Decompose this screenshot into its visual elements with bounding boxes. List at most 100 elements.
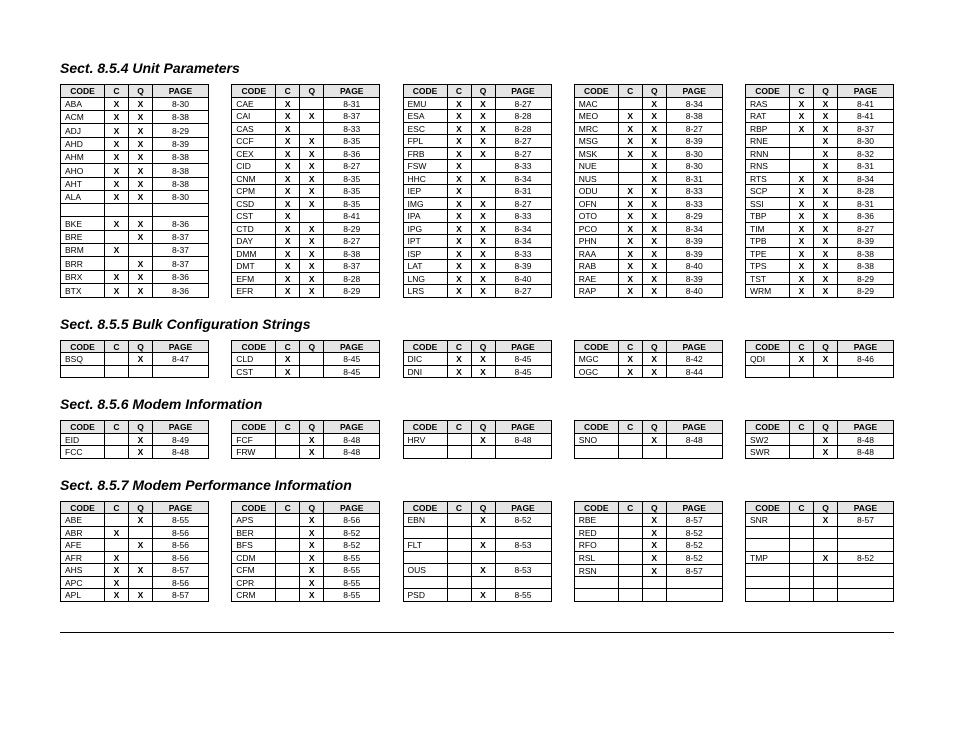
table-row: IPTXX8-34 — [403, 235, 551, 248]
cell-c: X — [790, 110, 814, 123]
code-table: CODECQPAGEMACX8-34MEOXX8-38MRCXX8-27MSGX… — [574, 84, 723, 298]
cell-c: X — [790, 353, 814, 366]
cell-c: X — [276, 172, 300, 185]
cell-c: X — [105, 270, 129, 283]
table-row: RFOX8-52 — [574, 539, 722, 552]
col-header-c: C — [618, 501, 642, 514]
cell-code: APS — [232, 514, 276, 527]
code-table: CODECQPAGESW2X8-48SWRX8-48 — [745, 420, 894, 459]
cell-code: SW2 — [746, 433, 790, 446]
table-row: ABEX8-55 — [61, 514, 209, 527]
code-table: CODECQPAGEABEX8-55ABRX8-56AFEX8-56AFRX8-… — [60, 501, 209, 602]
cell-q: X — [300, 110, 324, 123]
cell-c: X — [105, 137, 129, 150]
col-header-page: PAGE — [324, 85, 380, 98]
cell-c — [447, 563, 471, 576]
cell-code: DMT — [232, 260, 276, 273]
cell-page: 8-29 — [666, 210, 722, 223]
cell-code: APC — [61, 576, 105, 589]
cell-q: X — [129, 257, 153, 270]
table-row — [61, 365, 209, 377]
cell-c: X — [447, 235, 471, 248]
cell-q — [642, 577, 666, 589]
col-header-code: CODE — [61, 421, 105, 434]
cell-c — [790, 365, 814, 377]
cell-page: 8-36 — [153, 270, 209, 283]
cell-c — [790, 135, 814, 148]
cell-code: FCC — [61, 446, 105, 459]
table-row: ODUXX8-33 — [574, 185, 722, 198]
cell-q: X — [129, 217, 153, 230]
cell-c — [276, 514, 300, 527]
cell-page: 8-48 — [495, 433, 551, 446]
table-row: TIMXX8-27 — [746, 222, 894, 235]
cell-code: TMP — [746, 551, 790, 564]
cell-code: TST — [746, 272, 790, 285]
cell-code: DMM — [232, 247, 276, 260]
cell-code: IPG — [403, 222, 447, 235]
cell-c — [618, 97, 642, 110]
cell-page: 8-55 — [324, 576, 380, 589]
table-row: IMGXX8-27 — [403, 197, 551, 210]
cell-code: IMG — [403, 197, 447, 210]
cell-code: BRX — [61, 270, 105, 283]
cell-page: 8-55 — [324, 551, 380, 564]
cell-c: X — [447, 185, 471, 198]
cell-q: X — [642, 160, 666, 173]
cell-q: X — [814, 172, 838, 185]
cell-c: X — [105, 576, 129, 589]
table-row: LNGXX8-40 — [403, 272, 551, 285]
cell-page: 8-29 — [324, 285, 380, 298]
cell-code: EBN — [403, 514, 447, 527]
cell-code — [61, 204, 105, 217]
table-row: RSNX8-57 — [574, 564, 722, 577]
col-header-q: Q — [471, 421, 495, 434]
col-header-q: Q — [642, 85, 666, 98]
cell-page: 8-57 — [153, 564, 209, 577]
cell-page: 8-45 — [495, 365, 551, 378]
cell-page — [495, 446, 551, 458]
cell-code: LNG — [403, 272, 447, 285]
col-header-q: Q — [642, 340, 666, 353]
table-row: EIDX8-49 — [61, 433, 209, 446]
cell-page — [495, 526, 551, 538]
cell-q: X — [300, 260, 324, 273]
table-row: SNRX8-57 — [746, 514, 894, 527]
cell-code: SWR — [746, 446, 790, 459]
cell-c — [790, 433, 814, 446]
cell-q: X — [129, 284, 153, 298]
cell-q — [471, 576, 495, 588]
cell-q: X — [814, 272, 838, 285]
cell-code: IEP — [403, 185, 447, 198]
cell-code: BFS — [232, 539, 276, 552]
cell-c: X — [276, 122, 300, 135]
table-row: ISPXX8-33 — [403, 247, 551, 260]
cell-c — [105, 539, 129, 552]
cell-page: 8-38 — [838, 260, 894, 273]
cell-code: PSD — [403, 588, 447, 601]
table-row: BRMX8-37 — [61, 243, 209, 256]
cell-code: SCP — [746, 185, 790, 198]
cell-page: 8-27 — [666, 122, 722, 135]
cell-page: 8-57 — [153, 589, 209, 602]
col-header-page: PAGE — [495, 85, 551, 98]
cell-code: QDI — [746, 353, 790, 366]
table-row: IPAXX8-33 — [403, 210, 551, 223]
cell-code: RSN — [574, 564, 618, 577]
cell-c — [618, 551, 642, 564]
cell-code — [574, 446, 618, 458]
cell-code: CID — [232, 160, 276, 173]
cell-q: X — [129, 97, 153, 110]
cell-c — [790, 551, 814, 564]
cell-code: RBP — [746, 122, 790, 135]
cell-page: 8-45 — [324, 353, 380, 366]
table-row: MRCXX8-27 — [574, 122, 722, 135]
cell-code: RBE — [574, 514, 618, 527]
cell-c — [790, 589, 814, 601]
table-row: CSTX8-41 — [232, 210, 380, 223]
cell-c: X — [105, 217, 129, 230]
cell-q — [129, 576, 153, 589]
cell-code: TPS — [746, 260, 790, 273]
cell-q: X — [642, 365, 666, 378]
cell-code: ODU — [574, 185, 618, 198]
